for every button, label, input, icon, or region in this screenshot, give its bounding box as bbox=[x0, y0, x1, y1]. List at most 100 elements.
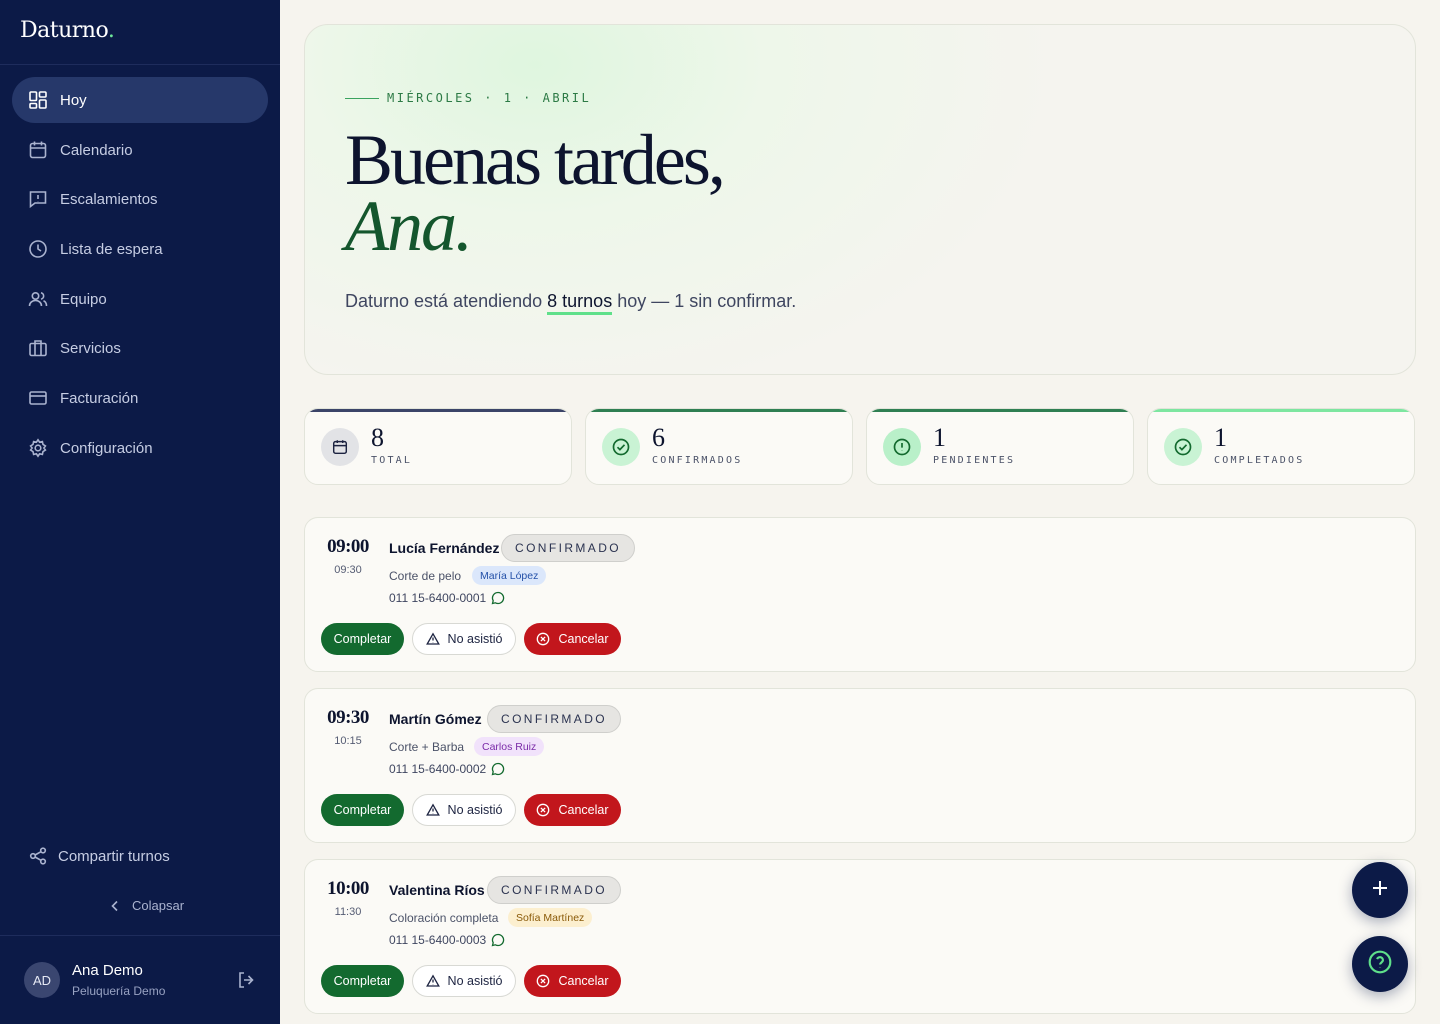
share-appointments-link[interactable]: Compartir turnos bbox=[28, 846, 170, 866]
collapse-button[interactable]: Colapsar bbox=[108, 898, 184, 913]
sidebar-item-configuracion[interactable]: Configuración bbox=[12, 425, 268, 471]
calendar-icon bbox=[321, 428, 359, 466]
sidebar-item-label: Servicios bbox=[60, 339, 121, 357]
stat-value: 1 bbox=[933, 423, 946, 452]
sidebar-item-label: Lista de espera bbox=[60, 240, 163, 258]
stat-value: 8 bbox=[371, 423, 384, 452]
help-button[interactable] bbox=[1352, 936, 1408, 992]
sidebar-divider bbox=[0, 64, 280, 65]
avatar: AD bbox=[24, 962, 60, 998]
sidebar-item-label: Escalamientos bbox=[60, 190, 158, 208]
sidebar-footer-divider bbox=[0, 935, 280, 936]
brand-logo[interactable]: Daturno. bbox=[20, 18, 115, 43]
x-circle-icon bbox=[536, 974, 550, 988]
stat-card-confirmed: 6 CONFIRMADOS bbox=[585, 408, 853, 485]
sidebar-item-label: Calendario bbox=[60, 141, 133, 159]
client-name: Lucía Fernández bbox=[389, 540, 500, 556]
cancel-button[interactable]: Cancelar bbox=[524, 965, 621, 997]
appointment-card[interactable]: 10:00 11:30 Valentina Ríos CONFIRMADO Co… bbox=[304, 859, 1416, 1014]
date-line: MIÉRCOLES · 1 · ABRIL bbox=[345, 91, 591, 105]
sidebar-item-label: Equipo bbox=[60, 290, 107, 308]
complete-label: Completar bbox=[333, 632, 392, 646]
appointment-end-time: 10:15 bbox=[334, 735, 362, 747]
stat-value: 1 bbox=[1214, 423, 1227, 452]
share-label: Compartir turnos bbox=[58, 847, 170, 865]
appointments-count-highlight: 8 turnos bbox=[547, 291, 613, 315]
greeting-name: Ana. bbox=[345, 186, 473, 266]
complete-button[interactable]: Completar bbox=[321, 794, 404, 826]
staff-tag: María López bbox=[472, 566, 547, 585]
status-badge: CONFIRMADO bbox=[487, 705, 621, 733]
status-badge: CONFIRMADO bbox=[487, 876, 621, 904]
stat-bar bbox=[586, 409, 852, 412]
hero-summary: Daturno está atendiendo 8 turnos hoy — 1… bbox=[345, 291, 796, 315]
hero-summary-before: Daturno está atendiendo bbox=[345, 291, 548, 311]
sidebar-item-label: Facturación bbox=[60, 389, 139, 407]
user-name: Ana Demo bbox=[72, 962, 143, 979]
stat-label: COMPLETADOS bbox=[1214, 455, 1305, 466]
sidebar-item-label: Configuración bbox=[60, 439, 153, 457]
whatsapp-icon[interactable] bbox=[491, 762, 505, 776]
no-show-label: No asistió bbox=[447, 803, 503, 817]
no-show-button[interactable]: No asistió bbox=[412, 623, 516, 655]
no-show-button[interactable]: No asistió bbox=[412, 794, 516, 826]
stat-bar bbox=[1148, 409, 1414, 412]
sidebar-item-hoy[interactable]: Hoy bbox=[12, 77, 268, 123]
x-circle-icon bbox=[536, 803, 550, 817]
alert-circle-icon bbox=[883, 428, 921, 466]
user-business: Peluquería Demo bbox=[72, 984, 166, 998]
collapse-label: Colapsar bbox=[132, 898, 185, 913]
complete-button[interactable]: Completar bbox=[321, 965, 404, 997]
user-profile[interactable]: AD Ana Demo Peluquería Demo bbox=[24, 960, 264, 1000]
x-circle-icon bbox=[536, 632, 550, 646]
phone-number: 011 15-6400-0002 bbox=[389, 762, 487, 776]
calendar-icon bbox=[28, 140, 48, 160]
credit-card-icon bbox=[28, 388, 48, 408]
complete-button[interactable]: Completar bbox=[321, 623, 404, 655]
dashboard-icon bbox=[28, 90, 48, 110]
users-icon bbox=[28, 289, 48, 309]
no-show-button[interactable]: No asistió bbox=[412, 965, 516, 997]
stat-label: CONFIRMADOS bbox=[652, 455, 743, 466]
warning-icon bbox=[425, 632, 440, 646]
appointment-start-time: 09:30 bbox=[327, 707, 369, 728]
staff-tag: Carlos Ruiz bbox=[474, 737, 545, 756]
cancel-label: Cancelar bbox=[558, 974, 609, 988]
sidebar-item-escalamientos[interactable]: Escalamientos bbox=[12, 176, 268, 222]
message-alert-icon bbox=[28, 189, 48, 209]
stat-value: 6 bbox=[652, 423, 665, 452]
plus-icon bbox=[1370, 878, 1390, 903]
no-show-label: No asistió bbox=[447, 632, 503, 646]
cancel-button[interactable]: Cancelar bbox=[524, 623, 621, 655]
cancel-button[interactable]: Cancelar bbox=[524, 794, 621, 826]
client-name: Martín Gómez bbox=[389, 711, 482, 727]
service-name: Corte + Barba bbox=[389, 740, 465, 754]
chevron-left-icon bbox=[108, 899, 122, 913]
stat-card-pending: 1 PENDIENTES bbox=[866, 408, 1134, 485]
clock-icon bbox=[28, 239, 48, 259]
appointment-end-time: 11:30 bbox=[334, 906, 362, 918]
share-icon bbox=[28, 846, 48, 866]
add-appointment-button[interactable] bbox=[1352, 862, 1408, 918]
stat-bar bbox=[305, 409, 571, 412]
sidebar-item-servicios[interactable]: Servicios bbox=[12, 325, 268, 371]
staff-tag: Sofía Martínez bbox=[508, 908, 593, 927]
sidebar-item-lista-de-espera[interactable]: Lista de espera bbox=[12, 226, 268, 272]
sidebar-item-calendario[interactable]: Calendario bbox=[12, 127, 268, 173]
whatsapp-icon[interactable] bbox=[491, 933, 505, 947]
sidebar-item-label: Hoy bbox=[60, 91, 87, 109]
warning-icon bbox=[425, 803, 440, 817]
date-rule bbox=[345, 97, 379, 99]
logout-icon[interactable] bbox=[236, 970, 256, 990]
service-name: Corte de pelo bbox=[389, 569, 462, 583]
appointment-card[interactable]: 09:00 09:30 Lucía Fernández CONFIRMADO C… bbox=[304, 517, 1416, 672]
stat-card-total: 8 TOTAL bbox=[304, 408, 572, 485]
sidebar-item-facturacion[interactable]: Facturación bbox=[12, 375, 268, 421]
appointment-card[interactable]: 09:30 10:15 Martín Gómez CONFIRMADO Cort… bbox=[304, 688, 1416, 843]
briefcase-icon bbox=[28, 338, 48, 358]
greeting-hero: MIÉRCOLES · 1 · ABRIL Buenas tardes, Ana… bbox=[304, 24, 1416, 375]
appointment-start-time: 10:00 bbox=[327, 878, 369, 899]
whatsapp-icon[interactable] bbox=[491, 591, 505, 605]
sidebar-item-equipo[interactable]: Equipo bbox=[12, 276, 268, 322]
stat-label: TOTAL bbox=[371, 455, 413, 466]
